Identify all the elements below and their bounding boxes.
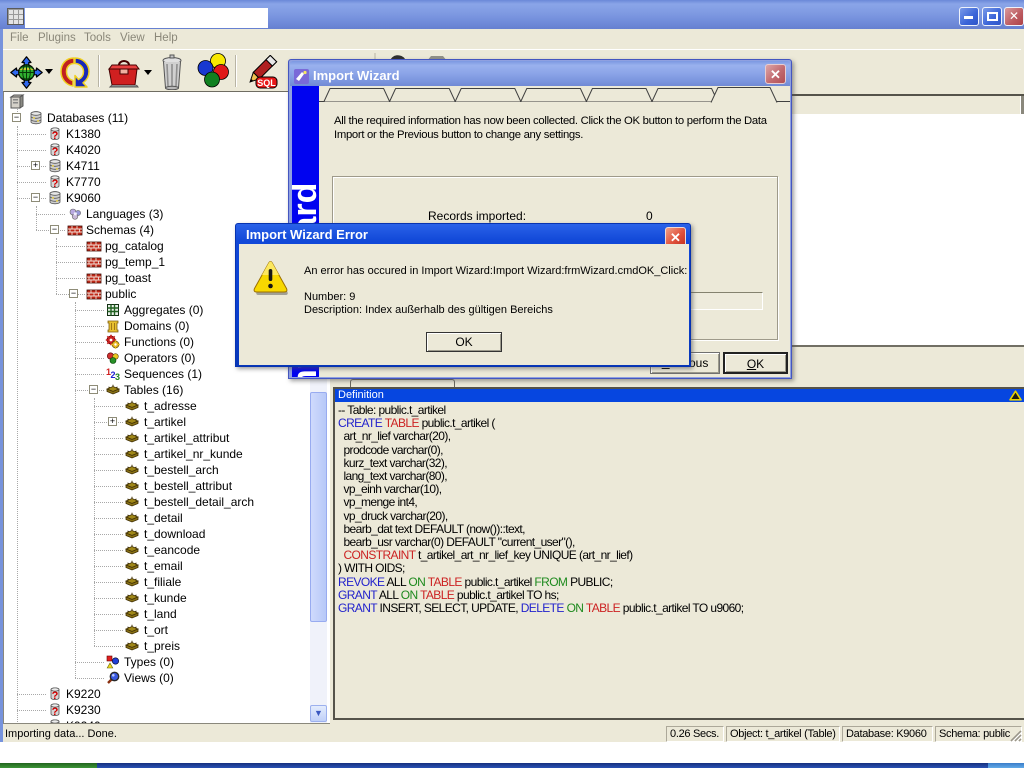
svg-text:SQL: SQL bbox=[257, 78, 276, 88]
